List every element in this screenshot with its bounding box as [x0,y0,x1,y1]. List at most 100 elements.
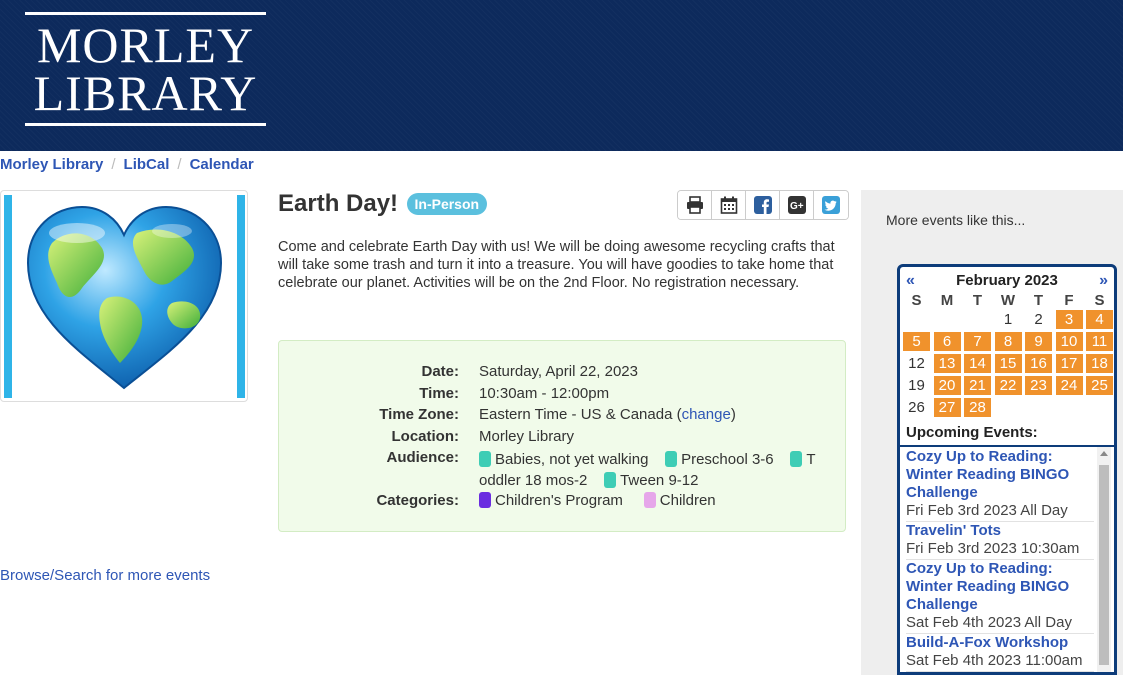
list-item: Build-A-Fox Workshop Sat Feb 4th 2023 11… [906,634,1094,672]
calendar-day: 19 [908,377,925,394]
upcoming-event-title[interactable]: Build-A-Fox Workshop [906,634,1094,652]
calendar-dow: T [1033,292,1044,309]
calendar-day[interactable]: 28 [964,398,991,417]
date-label: Date: [421,363,459,380]
breadcrumb-calendar[interactable]: Calendar [190,156,254,173]
share-toolbar: G+ [677,190,849,220]
category-chip-icon [479,492,491,508]
calendar-day[interactable]: 15 [994,354,1022,373]
calendar-day: 26 [908,399,925,416]
audience-chip-icon [604,472,617,488]
audience-toddler: T [806,451,816,468]
twitter-icon[interactable] [814,191,848,219]
calendar-icon[interactable] [712,191,746,219]
category-childrens-program: Children's Program [495,492,623,509]
categories-value: Children's Program Children [479,492,839,509]
audience-chip-icon [479,451,491,467]
print-icon[interactable] [678,191,712,219]
calendar-day[interactable]: 14 [964,354,991,373]
date-value: Saturday, April 22, 2023 [479,363,638,380]
event-details-box: Date: Saturday, April 22, 2023 Time: 10:… [278,340,846,532]
audience-label: Audience: [386,449,459,466]
next-month-button[interactable]: » [1099,272,1108,290]
timezone-label: Time Zone: [379,406,459,423]
location-value: Morley Library [479,428,575,445]
breadcrumb-libcal[interactable]: LibCal [124,156,170,173]
calendar-day[interactable]: 8 [994,332,1022,351]
calendar-day[interactable]: 21 [964,376,991,395]
calendar-dow: W [1000,292,1016,309]
upcoming-event-title[interactable]: Travelin' Tots [906,522,1094,540]
calendar-day[interactable]: 6 [933,332,961,351]
logo-line-1: MORLEY [36,17,255,73]
morley-library-logo[interactable]: MORLEY LIBRARY [25,12,266,129]
upcoming-scrollbar[interactable] [1097,447,1111,672]
calendar-dow: F [1064,292,1074,309]
event-description: Come and celebrate Earth Day with us! We… [278,239,835,291]
audience-chip-icon [790,451,803,467]
calendar-day[interactable]: 11 [1086,332,1113,351]
list-item: Cozy Up to Reading: Winter Reading BINGO… [906,448,1094,522]
google-plus-icon[interactable]: G+ [780,191,814,219]
calendar-day[interactable]: 18 [1086,354,1113,373]
upcoming-event-date: Sat Feb 4th 2023 11:00am [906,652,1083,669]
location-label: Location: [391,428,460,445]
breadcrumb: Morley Library / LibCal / Calendar [0,156,254,173]
calendar-day[interactable]: 10 [1055,332,1083,351]
calendar-day: 1 [1003,311,1013,328]
calendar-day[interactable]: 13 [933,354,961,373]
upcoming-event-date: Sat Feb 4th 2023 All Day [906,614,1072,631]
calendar-day[interactable]: 17 [1055,354,1083,373]
browse-search-link[interactable]: Browse/Search for more events [0,567,210,584]
list-item: Travelin' Tots Fri Feb 3rd 2023 10:30am [906,522,1094,560]
calendar-day: 12 [908,355,925,372]
event-title: Earth Day! [278,190,399,217]
time-label: Time: [419,385,459,402]
in-person-badge: In-Person [406,193,488,215]
change-timezone-link[interactable]: change [682,406,731,423]
facebook-icon[interactable] [746,191,780,219]
audience-tween: Tween 9-12 [620,472,699,489]
category-children: Children [659,492,716,509]
audience-preschool: Preschool 3-6 [681,451,774,468]
earth-heart-image [26,205,223,390]
upcoming-event-title[interactable]: Cozy Up to Reading: Winter Reading BINGO… [906,448,1094,502]
breadcrumb-morley-library[interactable]: Morley Library [0,156,103,173]
calendar-day[interactable]: 23 [1025,376,1052,395]
calendar-dow: S [1094,292,1105,309]
logo-line-2: LIBRARY [33,65,258,121]
scrollbar-thumb[interactable] [1099,465,1109,665]
calendar-day[interactable]: 9 [1025,332,1052,351]
event-image [0,190,248,402]
upcoming-events-title: Upcoming Events: [906,424,1038,441]
calendar-day[interactable]: 22 [994,376,1022,395]
svg-text:G+: G+ [790,201,804,212]
calendar-day[interactable]: 5 [903,332,930,351]
calendar-day[interactable]: 16 [1025,354,1052,373]
audience-toddler-cont: oddler 18 mos-2 [479,472,588,489]
calendar-dow: M [940,292,954,309]
calendar-day[interactable]: 7 [964,332,991,351]
calendar-day[interactable]: 20 [933,376,961,395]
calendar-dow: S [911,292,922,309]
scroll-up-icon[interactable] [1100,451,1108,456]
site-header: MORLEY LIBRARY [0,0,1123,151]
event-title-row: Earth Day! In-Person [278,190,488,218]
time-value: 10:30am - 12:00pm [479,385,610,402]
list-item: Cozy Up to Reading: Winter Reading BINGO… [906,560,1094,634]
calendar-day[interactable]: 24 [1055,376,1083,395]
audience-babies: Babies, not yet walking [495,451,649,468]
calendar-day[interactable]: 4 [1086,310,1113,329]
upcoming-event-date: Fri Feb 3rd 2023 10:30am [906,540,1080,557]
calendar-widget: « February 2023 » S M T W T F S 1 2 3 4 5 6 7 8 9 10 11 12… [897,264,1117,675]
more-events-text: More events like this... [886,212,1026,228]
calendar-day[interactable]: 3 [1055,310,1083,329]
calendar-day[interactable]: 25 [1086,376,1113,395]
calendar-dow: T [972,292,983,309]
calendar-day[interactable]: 27 [933,398,961,417]
audience-chip-icon [665,451,678,467]
upcoming-event-title[interactable]: Cozy Up to Reading: Winter Reading BINGO… [906,560,1094,614]
category-chip-icon [643,492,656,508]
upcoming-event-date: Fri Feb 3rd 2023 All Day [906,502,1068,519]
sidebar: More events like this... « February 2023… [861,190,1123,675]
